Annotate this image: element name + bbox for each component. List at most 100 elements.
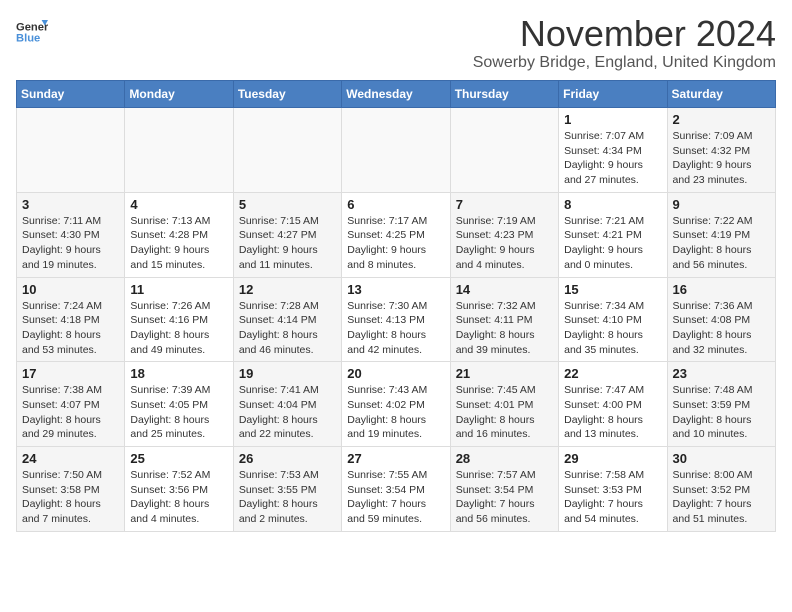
day-number: 5 bbox=[239, 197, 336, 212]
calendar-cell bbox=[17, 108, 125, 193]
calendar-week-2: 3Sunrise: 7:11 AM Sunset: 4:30 PM Daylig… bbox=[17, 192, 776, 277]
calendar-cell: 19 Sunrise: 7:41 AM Sunset: 4:04 PM Dayli… bbox=[233, 362, 341, 447]
calendar-cell: 2 Sunrise: 7:09 AM Sunset: 4:32 PM Daylig… bbox=[667, 108, 775, 193]
day-number: 16 bbox=[673, 282, 770, 297]
calendar-week-3: 10Sunrise: 7:24 AM Sunset: 4:18 PM Dayli… bbox=[17, 277, 776, 362]
calendar-cell: 10Sunrise: 7:24 AM Sunset: 4:18 PM Dayli… bbox=[17, 277, 125, 362]
day-number: 27 bbox=[347, 451, 444, 466]
calendar-cell: 8 Sunrise: 7:21 AM Sunset: 4:21 PM Daylig… bbox=[559, 192, 667, 277]
day-info: Sunrise: 7:55 AM Sunset: 3:54 PM Dayligh… bbox=[347, 468, 444, 527]
calendar-cell: 23Sunrise: 7:48 AM Sunset: 3:59 PM Dayli… bbox=[667, 362, 775, 447]
day-number: 18 bbox=[130, 366, 227, 381]
day-number: 4 bbox=[130, 197, 227, 212]
col-monday: Monday bbox=[125, 81, 233, 108]
day-number: 10 bbox=[22, 282, 119, 297]
calendar-cell bbox=[450, 108, 558, 193]
day-info: Sunrise: 7:36 AM Sunset: 4:08 PM Dayligh… bbox=[673, 299, 770, 358]
day-info: Sunrise: 7:21 AM Sunset: 4:21 PM Dayligh… bbox=[564, 214, 661, 273]
calendar-cell: 9Sunrise: 7:22 AM Sunset: 4:19 PM Daylig… bbox=[667, 192, 775, 277]
calendar-cell: 30 Sunrise: 8:00 AM Sunset: 3:52 PM Dayli… bbox=[667, 447, 775, 532]
day-number: 12 bbox=[239, 282, 336, 297]
calendar-cell bbox=[125, 108, 233, 193]
day-number: 29 bbox=[564, 451, 661, 466]
calendar-header: Sunday Monday Tuesday Wednesday Thursday… bbox=[17, 81, 776, 108]
day-info: Sunrise: 7:15 AM Sunset: 4:27 PM Dayligh… bbox=[239, 214, 336, 273]
day-info: Sunrise: 7:50 AM Sunset: 3:58 PM Dayligh… bbox=[22, 468, 119, 527]
calendar-cell: 25 Sunrise: 7:52 AM Sunset: 3:56 PM Dayli… bbox=[125, 447, 233, 532]
calendar-cell: 7 Sunrise: 7:19 AM Sunset: 4:23 PM Daylig… bbox=[450, 192, 558, 277]
day-info: Sunrise: 7:32 AM Sunset: 4:11 PM Dayligh… bbox=[456, 299, 553, 358]
calendar-table: Sunday Monday Tuesday Wednesday Thursday… bbox=[16, 80, 776, 532]
day-info: Sunrise: 7:39 AM Sunset: 4:05 PM Dayligh… bbox=[130, 383, 227, 442]
day-number: 1 bbox=[564, 112, 661, 127]
day-number: 14 bbox=[456, 282, 553, 297]
day-number: 2 bbox=[673, 112, 770, 127]
day-info: Sunrise: 7:09 AM Sunset: 4:32 PM Dayligh… bbox=[673, 129, 770, 188]
calendar-cell: 20 Sunrise: 7:43 AM Sunset: 4:02 PM Dayli… bbox=[342, 362, 450, 447]
day-number: 13 bbox=[347, 282, 444, 297]
day-info: Sunrise: 7:07 AM Sunset: 4:34 PM Dayligh… bbox=[564, 129, 661, 188]
day-number: 28 bbox=[456, 451, 553, 466]
col-sunday: Sunday bbox=[17, 81, 125, 108]
col-tuesday: Tuesday bbox=[233, 81, 341, 108]
calendar-cell: 13 Sunrise: 7:30 AM Sunset: 4:13 PM Dayli… bbox=[342, 277, 450, 362]
calendar-cell: 12 Sunrise: 7:28 AM Sunset: 4:14 PM Dayli… bbox=[233, 277, 341, 362]
day-info: Sunrise: 7:34 AM Sunset: 4:10 PM Dayligh… bbox=[564, 299, 661, 358]
day-number: 21 bbox=[456, 366, 553, 381]
day-info: Sunrise: 7:41 AM Sunset: 4:04 PM Dayligh… bbox=[239, 383, 336, 442]
calendar-cell: 15Sunrise: 7:34 AM Sunset: 4:10 PM Dayli… bbox=[559, 277, 667, 362]
month-title: November 2024 bbox=[473, 16, 776, 52]
calendar-cell: 24 Sunrise: 7:50 AM Sunset: 3:58 PM Dayli… bbox=[17, 447, 125, 532]
day-number: 19 bbox=[239, 366, 336, 381]
day-number: 20 bbox=[347, 366, 444, 381]
day-number: 25 bbox=[130, 451, 227, 466]
day-info: Sunrise: 7:53 AM Sunset: 3:55 PM Dayligh… bbox=[239, 468, 336, 527]
calendar-cell bbox=[342, 108, 450, 193]
day-number: 8 bbox=[564, 197, 661, 212]
day-number: 6 bbox=[347, 197, 444, 212]
logo-icon: General Blue bbox=[16, 16, 48, 48]
calendar-cell: 27 Sunrise: 7:55 AM Sunset: 3:54 PM Dayli… bbox=[342, 447, 450, 532]
svg-text:General: General bbox=[16, 21, 48, 33]
calendar-cell: 22Sunrise: 7:47 AM Sunset: 4:00 PM Dayli… bbox=[559, 362, 667, 447]
day-info: Sunrise: 7:28 AM Sunset: 4:14 PM Dayligh… bbox=[239, 299, 336, 358]
day-number: 3 bbox=[22, 197, 119, 212]
day-number: 30 bbox=[673, 451, 770, 466]
col-thursday: Thursday bbox=[450, 81, 558, 108]
calendar-cell: 28 Sunrise: 7:57 AM Sunset: 3:54 PM Dayli… bbox=[450, 447, 558, 532]
calendar-cell: 3Sunrise: 7:11 AM Sunset: 4:30 PM Daylig… bbox=[17, 192, 125, 277]
day-info: Sunrise: 7:52 AM Sunset: 3:56 PM Dayligh… bbox=[130, 468, 227, 527]
page-header: General Blue November 2024 Sowerby Bridg… bbox=[16, 16, 776, 72]
calendar-cell: 1 Sunrise: 7:07 AM Sunset: 4:34 PM Daylig… bbox=[559, 108, 667, 193]
day-number: 9 bbox=[673, 197, 770, 212]
day-number: 24 bbox=[22, 451, 119, 466]
day-info: Sunrise: 7:48 AM Sunset: 3:59 PM Dayligh… bbox=[673, 383, 770, 442]
day-info: Sunrise: 7:17 AM Sunset: 4:25 PM Dayligh… bbox=[347, 214, 444, 273]
day-number: 7 bbox=[456, 197, 553, 212]
calendar-cell: 26Sunrise: 7:53 AM Sunset: 3:55 PM Dayli… bbox=[233, 447, 341, 532]
calendar-cell: 6 Sunrise: 7:17 AM Sunset: 4:25 PM Daylig… bbox=[342, 192, 450, 277]
day-info: Sunrise: 7:45 AM Sunset: 4:01 PM Dayligh… bbox=[456, 383, 553, 442]
calendar-cell: 4Sunrise: 7:13 AM Sunset: 4:28 PM Daylig… bbox=[125, 192, 233, 277]
location-subtitle: Sowerby Bridge, England, United Kingdom bbox=[473, 54, 776, 72]
header-row: Sunday Monday Tuesday Wednesday Thursday… bbox=[17, 81, 776, 108]
day-info: Sunrise: 8:00 AM Sunset: 3:52 PM Dayligh… bbox=[673, 468, 770, 527]
calendar-week-1: 1 Sunrise: 7:07 AM Sunset: 4:34 PM Daylig… bbox=[17, 108, 776, 193]
calendar-cell: 11Sunrise: 7:26 AM Sunset: 4:16 PM Dayli… bbox=[125, 277, 233, 362]
day-number: 22 bbox=[564, 366, 661, 381]
day-info: Sunrise: 7:19 AM Sunset: 4:23 PM Dayligh… bbox=[456, 214, 553, 273]
calendar-week-4: 17Sunrise: 7:38 AM Sunset: 4:07 PM Dayli… bbox=[17, 362, 776, 447]
calendar-cell bbox=[233, 108, 341, 193]
day-info: Sunrise: 7:43 AM Sunset: 4:02 PM Dayligh… bbox=[347, 383, 444, 442]
calendar-cell: 29Sunrise: 7:58 AM Sunset: 3:53 PM Dayli… bbox=[559, 447, 667, 532]
calendar-cell: 17Sunrise: 7:38 AM Sunset: 4:07 PM Dayli… bbox=[17, 362, 125, 447]
calendar-cell: 18 Sunrise: 7:39 AM Sunset: 4:05 PM Dayli… bbox=[125, 362, 233, 447]
col-wednesday: Wednesday bbox=[342, 81, 450, 108]
calendar-cell: 5 Sunrise: 7:15 AM Sunset: 4:27 PM Daylig… bbox=[233, 192, 341, 277]
logo: General Blue bbox=[16, 16, 48, 48]
day-info: Sunrise: 7:38 AM Sunset: 4:07 PM Dayligh… bbox=[22, 383, 119, 442]
calendar-cell: 16 Sunrise: 7:36 AM Sunset: 4:08 PM Dayli… bbox=[667, 277, 775, 362]
day-info: Sunrise: 7:57 AM Sunset: 3:54 PM Dayligh… bbox=[456, 468, 553, 527]
col-friday: Friday bbox=[559, 81, 667, 108]
day-info: Sunrise: 7:30 AM Sunset: 4:13 PM Dayligh… bbox=[347, 299, 444, 358]
